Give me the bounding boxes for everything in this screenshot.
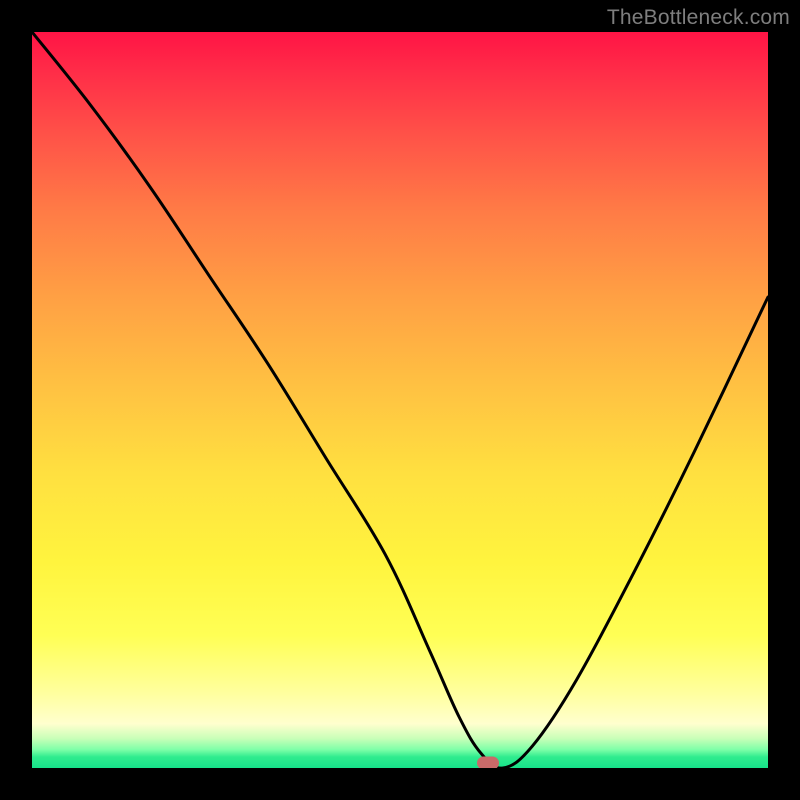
chart-stage: TheBottleneck.com — [0, 0, 800, 800]
optimal-marker — [477, 757, 499, 769]
curve-svg — [32, 32, 768, 768]
watermark-text: TheBottleneck.com — [607, 6, 790, 30]
bottleneck-curve-path — [32, 32, 768, 768]
plot-area — [32, 32, 768, 768]
